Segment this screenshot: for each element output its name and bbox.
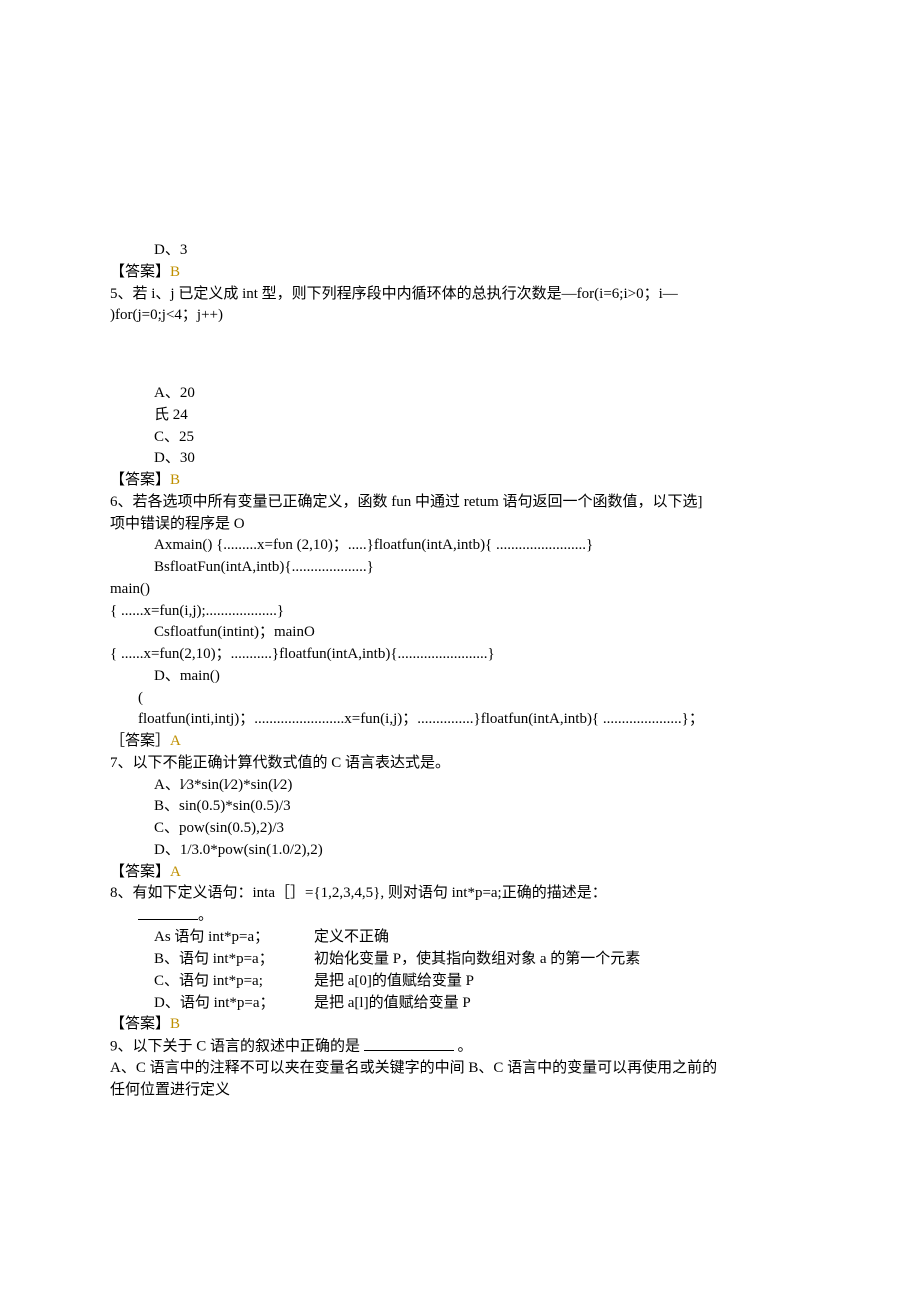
q6-answer: ［答案］A [110, 731, 810, 753]
q7-stem: 7、以下不能正确计算代数式值的 C 语言表达式是。 [110, 753, 810, 775]
q6-main1-body: { ......x=fun(i,j);...................} [110, 601, 810, 623]
q8-a-col1: As 语句 int*p=a； [154, 927, 314, 949]
q5-stem-line2: )for(j=0;j<4；j++) [110, 305, 810, 327]
q7-option-d: D、1/3.0*pow(sin(1.0/2),2) [110, 840, 810, 862]
q8-option-c: C、语句 int*p=a; 是把 a[0]的值赋给变量 P [110, 971, 810, 993]
q4-option-d: D、3 [110, 240, 810, 262]
q6-stem-line1: 6、若各选项中所有变量已正确定义，函数 fun 中通过 retum 语句返回一个… [110, 492, 810, 514]
answer-letter: A [170, 864, 181, 880]
q7-option-c: C、pow(sin(0.5),2)/3 [110, 818, 810, 840]
q6-option-b: BsfloatFun(intA,intb){..................… [110, 557, 810, 579]
q6-stem-line2: 项中错误的程序是 O [110, 514, 810, 536]
q9-line3: 任何位置进行定义 [110, 1080, 810, 1102]
q9-line2: A、C 语言中的注释不可以夹在变量名或关键字的中间 B、C 语言中的变量可以再使… [110, 1058, 810, 1080]
answer-label: 【答案】 [110, 1016, 170, 1032]
q8-c-col2: 是把 a[0]的值赋给变量 P [314, 971, 474, 993]
fill-blank [138, 905, 198, 920]
q8-stem-tail: 。 [198, 908, 213, 924]
q5-option-d: D、30 [110, 448, 810, 470]
q6-option-c-body: { ......x=fun(2,10)；...........}floatfun… [110, 644, 810, 666]
q8-answer: 【答案】B [110, 1014, 810, 1036]
q5-option-c: C、25 [110, 427, 810, 449]
q4-answer: 【答案】B [110, 262, 810, 284]
q6-option-d: D、main() [110, 666, 810, 688]
fill-blank [364, 1036, 454, 1051]
q8-option-b: B、语句 int*p=a； 初始化变量 P，使其指向数组对象 a 的第一个元素 [110, 949, 810, 971]
answer-label: ［答案］ [110, 733, 170, 749]
q5-option-a: A、20 [110, 383, 810, 405]
q8-d-col1: D、语句 int*p=a； [154, 993, 314, 1015]
answer-letter: A [170, 733, 181, 749]
q8-option-d: D、语句 int*p=a； 是把 a[l]的值赋给变量 P [110, 993, 810, 1015]
q6-main1: main() [110, 579, 810, 601]
answer-label: 【答案】 [110, 472, 170, 488]
q7-answer: 【答案】A [110, 862, 810, 884]
answer-letter: B [170, 1016, 180, 1032]
q8-b-col2: 初始化变量 P，使其指向数组对象 a 的第一个元素 [314, 949, 640, 971]
q7-option-b: B、sin(0.5)*sin(0.5)/3 [110, 796, 810, 818]
q8-d-col2: 是把 a[l]的值赋给变量 P [314, 993, 471, 1015]
q8-b-col1: B、语句 int*p=a； [154, 949, 314, 971]
q8-a-col2: 定义不正确 [314, 927, 389, 949]
answer-letter: B [170, 264, 180, 280]
q5-option-b: 氏 24 [110, 405, 810, 427]
answer-label: 【答案】 [110, 264, 170, 280]
q8-stem-line1: 8、有如下定义语句：inta［］={1,2,3,4,5}, 则对语句 int*p… [110, 883, 810, 905]
q9-stem-tail: 。 [458, 1039, 473, 1055]
q8-stem-line2: 。 [110, 905, 810, 927]
q8-c-col1: C、语句 int*p=a; [154, 971, 314, 993]
q6-option-d-body: floatfun(inti,intj)；....................… [110, 709, 810, 731]
q7-option-a: A、l⁄3*sin(l⁄2)*sin(l⁄2) [110, 775, 810, 797]
q6-option-c: Csfloatfun(intint)；mainO [110, 622, 810, 644]
answer-label: 【答案】 [110, 864, 170, 880]
answer-letter: B [170, 472, 180, 488]
q9-stem-line1: 9、以下关于 C 语言的叙述中正确的是 。 [110, 1036, 810, 1058]
q8-option-a: As 语句 int*p=a； 定义不正确 [110, 927, 810, 949]
q6-open-brace: ( [110, 688, 810, 710]
q5-answer: 【答案】B [110, 470, 810, 492]
q9-stem-text: 9、以下关于 C 语言的叙述中正确的是 [110, 1039, 360, 1055]
q6-option-a: Axmain() {.........x=fυn (2,10)；.....}fl… [110, 535, 810, 557]
document-page: D、3 【答案】B 5、若 i、j 已定义成 int 型，则下列程序段中内循环体… [0, 0, 920, 1301]
q5-stem-line1: 5、若 i、j 已定义成 int 型，则下列程序段中内循环体的总执行次数是—fo… [110, 284, 810, 306]
